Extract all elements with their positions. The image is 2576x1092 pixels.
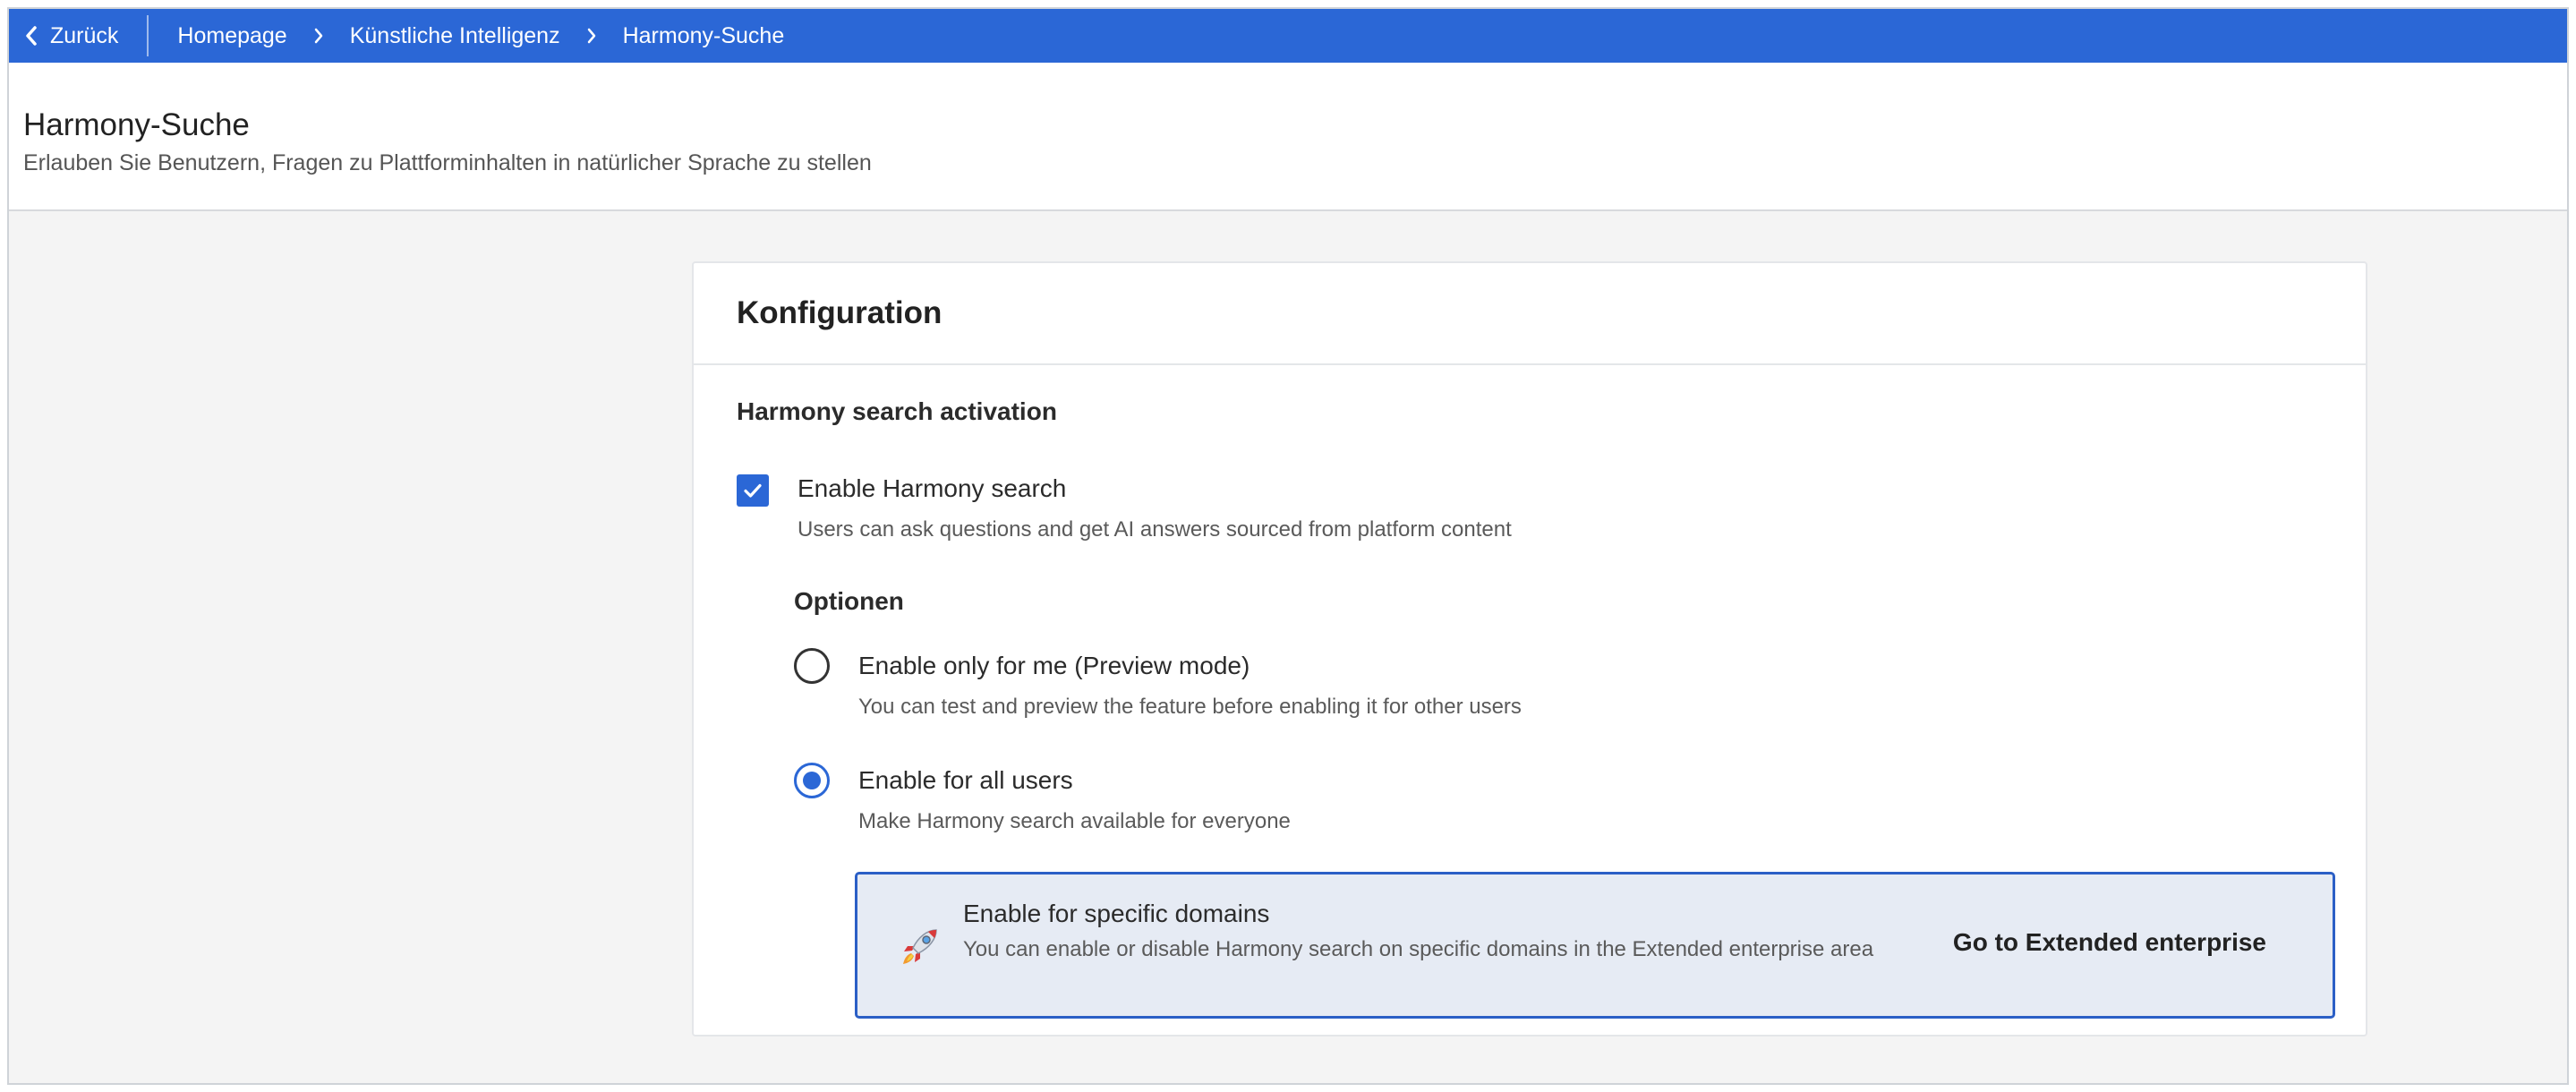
breadcrumb-harmony-suche: Harmony-Suche <box>622 22 785 48</box>
rocket-icon <box>903 929 937 964</box>
radio-preview-mode-label[interactable]: Enable only for me (Preview mode) <box>858 652 1250 680</box>
enable-harmony-description: Users can ask questions and get AI answe… <box>798 517 1512 542</box>
specific-domains-title: Enable for specific domains <box>963 900 1270 927</box>
go-to-extended-enterprise-link[interactable]: Go to Extended enterprise <box>1953 928 2266 957</box>
options-title: Optionen <box>794 587 904 615</box>
card-title: Konfiguration <box>737 295 943 330</box>
chevron-right-icon <box>587 28 595 44</box>
radio-preview-mode[interactable] <box>794 648 830 684</box>
specific-domains-description: You can enable or disable Harmony search… <box>963 937 1874 961</box>
app-frame: Zurück Homepage Künstliche Intelligenz H… <box>7 7 2569 1085</box>
chevron-right-icon <box>314 28 322 44</box>
radio-all-users[interactable] <box>794 763 830 798</box>
page-header: Harmony-Suche Erlauben Sie Benutzern, Fr… <box>9 63 2567 211</box>
chevron-left-icon <box>26 26 37 46</box>
radio-preview-mode-description: You can test and preview the feature bef… <box>858 695 1522 719</box>
checkmark-icon <box>744 483 762 498</box>
section-title: Harmony search activation <box>737 397 1057 425</box>
page-title: Harmony-Suche <box>23 107 250 142</box>
radio-all-users-description: Make Harmony search available for everyo… <box>858 809 1291 833</box>
card-header: Konfiguration <box>694 263 2366 365</box>
breadcrumb-homepage[interactable]: Homepage <box>177 23 286 49</box>
breadcrumb: Homepage Künstliche Intelligenz Harmony-… <box>149 23 784 49</box>
page-subtitle: Erlauben Sie Benutzern, Fragen zu Plattf… <box>23 150 872 175</box>
enable-harmony-checkbox[interactable] <box>737 474 769 507</box>
back-button[interactable]: Zurück <box>9 15 149 56</box>
top-navigation-bar: Zurück Homepage Künstliche Intelligenz H… <box>9 9 2567 63</box>
configuration-card: Konfiguration Harmony search activation … <box>692 261 2367 1037</box>
enable-harmony-label[interactable]: Enable Harmony search <box>798 474 1066 503</box>
back-label: Zurück <box>50 22 119 48</box>
radio-all-users-label[interactable]: Enable for all users <box>858 766 1073 795</box>
breadcrumb-kuenstliche-intelligenz[interactable]: Künstliche Intelligenz <box>350 23 560 49</box>
specific-domains-box: Enable for specific domains You can enab… <box>855 872 2335 1019</box>
